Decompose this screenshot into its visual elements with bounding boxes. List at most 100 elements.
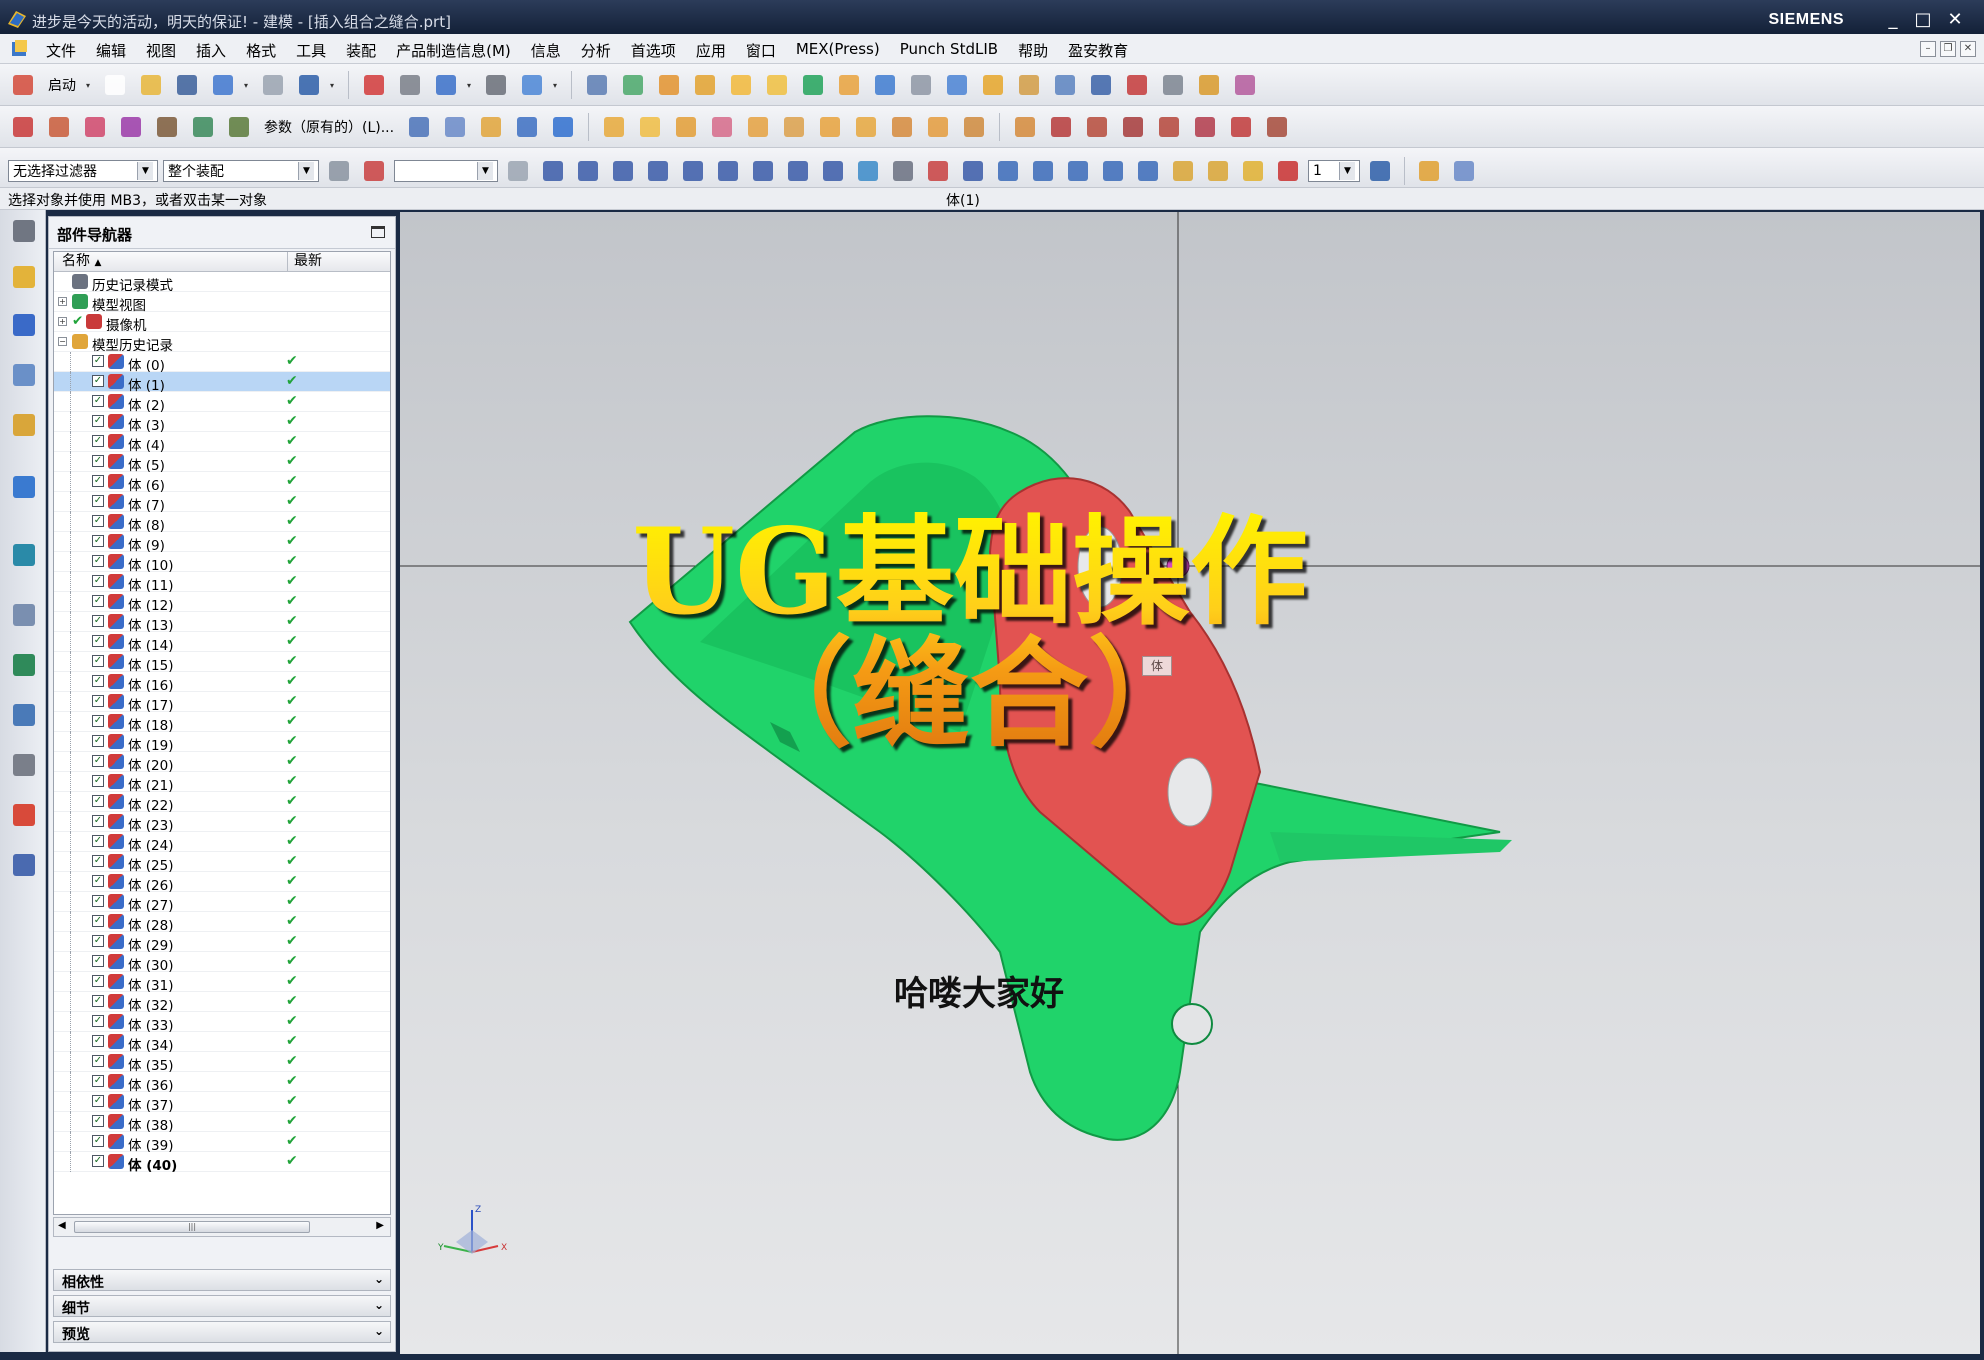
scroll-right-icon[interactable]: ▶ <box>376 1220 384 1231</box>
move-feature-icon[interactable] <box>440 112 470 142</box>
mdi-minimize-button[interactable]: – <box>1920 41 1936 57</box>
save-icon[interactable] <box>172 70 202 100</box>
visibility-checkbox[interactable]: ✓ <box>92 1015 104 1027</box>
snap-face-icon[interactable] <box>853 156 883 186</box>
mdi-close-button[interactable]: ✕ <box>1960 41 1976 57</box>
visibility-checkbox[interactable]: ✓ <box>92 1095 104 1107</box>
start-icon[interactable] <box>8 70 38 100</box>
menu-item[interactable]: 编辑 <box>86 40 136 61</box>
menu-item[interactable]: 格式 <box>236 40 286 61</box>
edit-curve-5-icon[interactable] <box>1154 112 1184 142</box>
visibility-checkbox[interactable]: ✓ <box>92 495 104 507</box>
process-studio-icon[interactable] <box>9 700 39 730</box>
point-constructor-icon[interactable] <box>993 156 1023 186</box>
open-folder-icon[interactable] <box>136 70 166 100</box>
expand-icon[interactable]: + <box>58 297 67 306</box>
body-feature-row[interactable]: ✓ 体 (11) ✔ <box>54 572 390 594</box>
body-feature-row[interactable]: ✓ 体 (16) ✔ <box>54 672 390 694</box>
body-feature-row[interactable]: ✓ 体 (17) ✔ <box>54 692 390 714</box>
body-feature-row[interactable]: ✓ 体 (21) ✔ <box>54 772 390 794</box>
body-feature-row[interactable]: ✓ 体 (35) ✔ <box>54 1052 390 1074</box>
snap-endpoint-icon[interactable] <box>573 156 603 186</box>
wcs-icon[interactable] <box>958 156 988 186</box>
body-feature-row[interactable]: ✓ 体 (18) ✔ <box>54 712 390 734</box>
extrude-icon[interactable] <box>654 70 684 100</box>
visibility-checkbox[interactable]: ✓ <box>92 555 104 567</box>
info-icon[interactable] <box>9 472 39 502</box>
close-button[interactable]: ✕ <box>1942 9 1968 33</box>
sheet-metal-icon[interactable] <box>1194 70 1224 100</box>
filter-icon[interactable] <box>324 156 354 186</box>
undo-icon[interactable] <box>208 70 238 100</box>
measure-distance-icon[interactable] <box>1449 156 1479 186</box>
body-feature-row[interactable]: ✓ 体 (38) ✔ <box>54 1112 390 1134</box>
horizontal-scrollbar[interactable]: ◀ ||| ▶ <box>53 1217 391 1237</box>
visibility-checkbox[interactable]: ✓ <box>92 955 104 967</box>
edit-curve-2-icon[interactable] <box>1046 112 1076 142</box>
edit-curve-7-icon[interactable] <box>1226 112 1256 142</box>
face-tool-7-icon[interactable] <box>815 112 845 142</box>
part-navigator-icon[interactable] <box>9 360 39 390</box>
body-feature-row[interactable]: ✓ 体 (8) ✔ <box>54 512 390 534</box>
menu-item[interactable]: 盈安教育 <box>1058 40 1138 61</box>
visibility-checkbox[interactable]: ✓ <box>92 375 104 387</box>
menu-item[interactable]: 装配 <box>336 40 386 61</box>
settings-gear-icon[interactable] <box>9 216 39 246</box>
dependencies-section[interactable]: 相依性 ⌄ <box>53 1269 391 1291</box>
table-icon[interactable] <box>1098 156 1128 186</box>
menu-item[interactable]: 分析 <box>571 40 621 61</box>
face-tool-10-icon[interactable] <box>923 112 953 142</box>
work-layer-icon[interactable] <box>1273 156 1303 186</box>
background-icon[interactable] <box>481 70 511 100</box>
menu-item[interactable]: 插入 <box>186 40 236 61</box>
edit-curve-3-icon[interactable] <box>1082 112 1112 142</box>
visibility-checkbox[interactable]: ✓ <box>92 695 104 707</box>
system-materials-icon[interactable] <box>9 850 39 880</box>
snap-intersection-icon[interactable] <box>818 156 848 186</box>
edit-curve-8-icon[interactable] <box>1262 112 1292 142</box>
visibility-checkbox[interactable]: ✓ <box>92 855 104 867</box>
menu-item[interactable]: 窗口 <box>736 40 786 61</box>
snap-center-icon[interactable] <box>713 156 743 186</box>
type-filter-select[interactable]: 无选择过滤器 ▼ <box>8 160 158 182</box>
snap-tangent-icon[interactable] <box>608 156 638 186</box>
menu-item[interactable]: 产品制造信息(M) <box>386 40 521 61</box>
model-canvas[interactable]: Y X Z <box>400 212 1980 1354</box>
visibility-checkbox[interactable]: ✓ <box>92 715 104 727</box>
visibility-checkbox[interactable]: ✓ <box>92 475 104 487</box>
menu-item[interactable]: 首选项 <box>621 40 686 61</box>
orient-dropdown-icon[interactable]: ▾ <box>553 81 561 90</box>
body-feature-row[interactable]: ✓ 体 (14) ✔ <box>54 632 390 654</box>
face-tool-8-icon[interactable] <box>851 112 881 142</box>
offset-curve-icon[interactable] <box>224 112 254 142</box>
menu-item[interactable]: Punch StdLIB <box>890 40 1008 61</box>
trim-body-icon[interactable] <box>978 70 1008 100</box>
snap-quadrant-icon[interactable] <box>748 156 778 186</box>
eraser-icon[interactable] <box>503 156 533 186</box>
body-feature-row[interactable]: ✓ 体 (9) ✔ <box>54 532 390 554</box>
visibility-checkbox[interactable]: ✓ <box>92 755 104 767</box>
edit-curve-4-icon[interactable] <box>1118 112 1148 142</box>
visibility-checkbox[interactable]: ✓ <box>92 995 104 1007</box>
through-curves-icon[interactable] <box>762 70 792 100</box>
visibility-checkbox[interactable]: ✓ <box>92 1055 104 1067</box>
visibility-checkbox[interactable]: ✓ <box>92 655 104 667</box>
visibility-checkbox[interactable]: ✓ <box>92 835 104 847</box>
sketch-icon[interactable] <box>618 70 648 100</box>
visibility-checkbox[interactable]: ✓ <box>92 1035 104 1047</box>
rectangle-icon[interactable] <box>1050 70 1080 100</box>
grid-icon[interactable] <box>888 156 918 186</box>
edit-param-icon[interactable] <box>404 112 434 142</box>
body-feature-row[interactable]: ✓ 体 (36) ✔ <box>54 1072 390 1094</box>
document-menu-icon[interactable] <box>10 39 30 59</box>
scroll-thumb[interactable]: ||| <box>74 1221 310 1233</box>
body-feature-row[interactable]: ✓ 体 (26) ✔ <box>54 872 390 894</box>
body-feature-row[interactable]: ✓ 体 (1) ✔ <box>54 372 390 394</box>
visibility-checkbox[interactable]: ✓ <box>92 395 104 407</box>
graphics-window[interactable]: Y X Z 体 UG基础操作 （缝合） 哈喽大家好 <box>400 212 1980 1354</box>
minimize-button[interactable]: _ <box>1880 9 1906 33</box>
history-clock-icon[interactable] <box>9 600 39 630</box>
visibility-checkbox[interactable]: ✓ <box>92 795 104 807</box>
undo-dropdown-icon[interactable]: ▾ <box>244 81 252 90</box>
visibility-checkbox[interactable]: ✓ <box>92 435 104 447</box>
